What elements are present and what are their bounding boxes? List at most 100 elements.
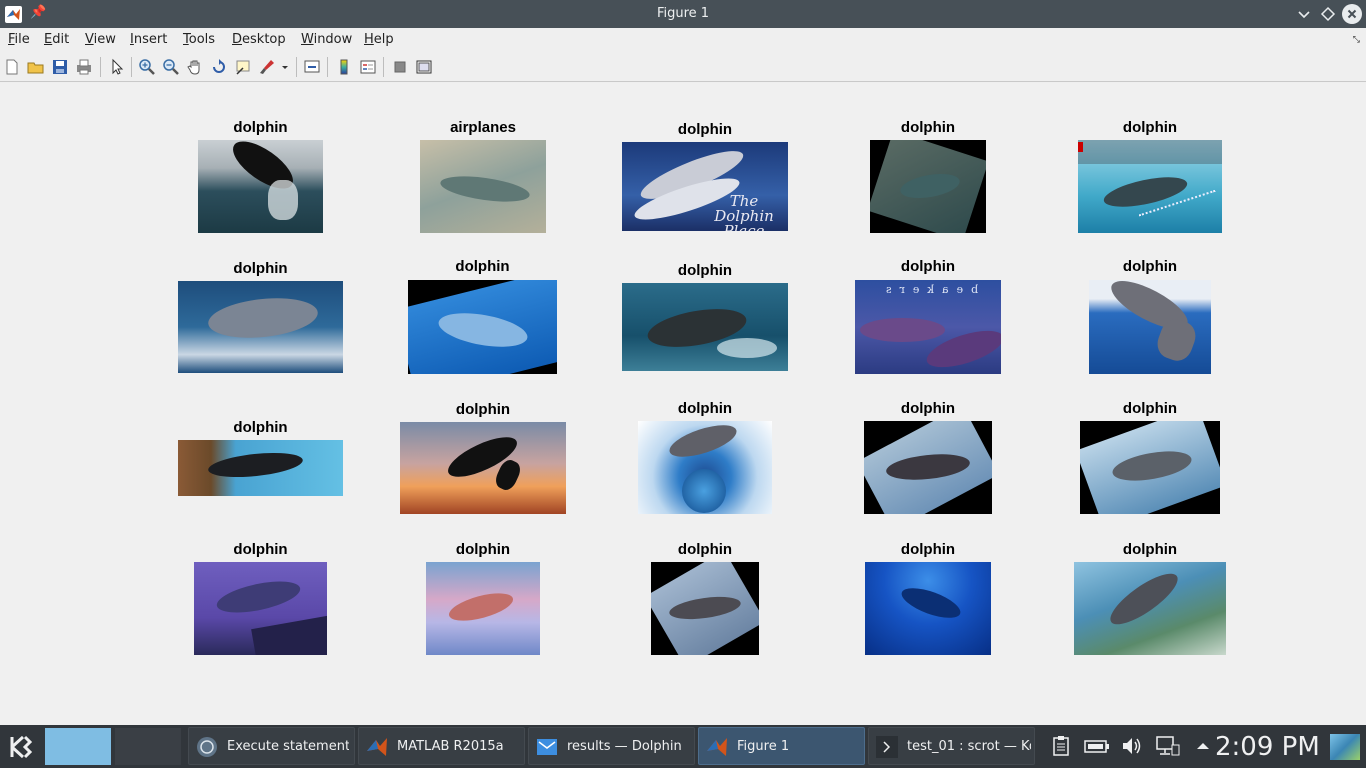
dolphin-image (1078, 140, 1222, 233)
subplot-title: dolphin (1122, 541, 1178, 558)
subplot-4: dolphin (870, 119, 986, 234)
colorbar-icon[interactable] (335, 58, 353, 76)
terminal-icon (876, 736, 898, 758)
subplot-8: dolphin (622, 262, 788, 374)
menu-bar: File Edit View Insert Tools Desktop Wind… (0, 28, 1366, 52)
task-label: test_01 : scrot — Kon (907, 739, 1031, 754)
subplot-title: dolphin (455, 541, 511, 558)
toolbar-separator (131, 57, 132, 77)
minimize-button[interactable] (1294, 4, 1314, 24)
menu-window[interactable]: Window (301, 32, 352, 47)
volume-icon[interactable] (1121, 735, 1143, 757)
link-plot-icon[interactable] (303, 58, 321, 76)
task-execute-statements[interactable]: Execute statements (188, 727, 355, 765)
subplot-18: dolphin (651, 541, 759, 655)
task-figure-1[interactable]: Figure 1 (698, 727, 865, 765)
toolbar-separator (383, 57, 384, 77)
subplot-title: airplanes (450, 119, 516, 136)
pan-icon[interactable] (186, 58, 204, 76)
maximize-button[interactable] (1318, 4, 1338, 24)
dolphin-image (420, 140, 546, 233)
dolphin-image (400, 422, 566, 514)
figure-canvas[interactable]: dolphin airplanes dolphin The Dolphin Pl… (0, 83, 1366, 725)
menu-edit[interactable]: Edit (44, 32, 69, 47)
subplot-6: dolphin (178, 260, 343, 374)
task-label: results — Dolphin (567, 739, 682, 754)
legend-icon[interactable] (359, 58, 377, 76)
subplot-title: dolphin (233, 541, 288, 558)
menu-insert[interactable]: Insert (130, 32, 167, 47)
menu-desktop[interactable]: Desktop (232, 32, 286, 47)
matlab-figure-icon (706, 736, 728, 758)
subplot-9: dolphin beakers (855, 258, 1001, 374)
dolphin-image (194, 562, 327, 655)
dolphin-image (408, 280, 557, 374)
system-taskbar: Execute statements MATLAB R2015a results… (0, 725, 1366, 768)
toolbar-separator (296, 57, 297, 77)
window-title: Figure 1 (656, 6, 710, 21)
subplot-16: dolphin (194, 541, 327, 655)
dolphin-image (622, 283, 788, 371)
subplot-title: dolphin (233, 119, 288, 136)
subplot-title: dolphin (455, 401, 511, 418)
dolphin-image (864, 421, 992, 514)
dolphin-image (1074, 562, 1226, 655)
brush-dropdown-icon[interactable] (280, 58, 290, 76)
subplot-title: dolphin (677, 262, 733, 279)
save-figure-icon[interactable] (51, 58, 69, 76)
menu-file[interactable]: File (8, 32, 30, 47)
menu-help[interactable]: Help (364, 32, 394, 47)
task-konsole[interactable]: test_01 : scrot — Kon (868, 727, 1035, 765)
battery-icon[interactable] (1084, 735, 1110, 757)
rotate-3d-icon[interactable] (210, 58, 228, 76)
dolphin-image (1080, 421, 1220, 514)
subplot-title: dolphin (233, 419, 288, 436)
dolphin-image (198, 140, 323, 233)
subplot-title: dolphin (900, 541, 956, 558)
tray-expand-icon[interactable] (1192, 735, 1214, 757)
dolphin-image (865, 562, 991, 655)
subplot-title: dolphin (677, 541, 733, 558)
subplot-1: dolphin (198, 119, 323, 234)
subplot-20: dolphin (1074, 541, 1226, 655)
zoom-in-icon[interactable] (138, 58, 156, 76)
data-cursor-icon[interactable] (234, 58, 252, 76)
subplot-title: dolphin (455, 258, 510, 275)
brush-icon[interactable] (258, 58, 276, 76)
new-figure-icon[interactable] (3, 58, 21, 76)
subplot-title: dolphin (1122, 258, 1178, 275)
task-dolphin[interactable]: results — Dolphin (528, 727, 695, 765)
subplot-17: dolphin (426, 541, 540, 655)
virtual-desktop-2[interactable] (115, 728, 181, 765)
menu-view[interactable]: View (85, 32, 116, 47)
close-button[interactable] (1342, 4, 1362, 24)
clipboard-icon[interactable] (1050, 735, 1072, 757)
virtual-desktop-1[interactable] (45, 728, 111, 765)
edit-plot-icon[interactable] (108, 58, 126, 76)
open-file-icon[interactable] (27, 58, 45, 76)
application-launcher-icon[interactable] (6, 732, 36, 762)
clock[interactable]: 2:09 PM (1215, 732, 1320, 762)
subplot-title: dolphin (677, 121, 733, 138)
print-figure-icon[interactable] (75, 58, 93, 76)
dolphin-image: beakers (855, 280, 1001, 374)
subplot-title: dolphin (900, 119, 956, 136)
menu-tools[interactable]: Tools (183, 32, 215, 47)
image-overlay-text: The Dolphin Place (714, 192, 774, 232)
zoom-out-icon[interactable] (162, 58, 180, 76)
subplot-2: airplanes (420, 119, 546, 234)
subplot-title: dolphin (1122, 400, 1178, 417)
toolbar-separator (327, 57, 328, 77)
dolphin-image (1089, 280, 1211, 374)
hide-plot-tools-icon[interactable] (391, 58, 409, 76)
subplot-13: dolphin (638, 400, 772, 514)
task-matlab[interactable]: MATLAB R2015a (358, 727, 525, 765)
show-desktop-icon[interactable] (1330, 734, 1360, 760)
subplot-10: dolphin (1089, 258, 1211, 374)
task-label: MATLAB R2015a (397, 739, 504, 754)
show-plot-tools-icon[interactable] (415, 58, 433, 76)
toolbar-separator (100, 57, 101, 77)
network-icon[interactable] (1155, 735, 1181, 757)
subplot-19: dolphin (865, 541, 991, 655)
dock-figure-icon[interactable]: ⤡ (1353, 35, 1360, 45)
